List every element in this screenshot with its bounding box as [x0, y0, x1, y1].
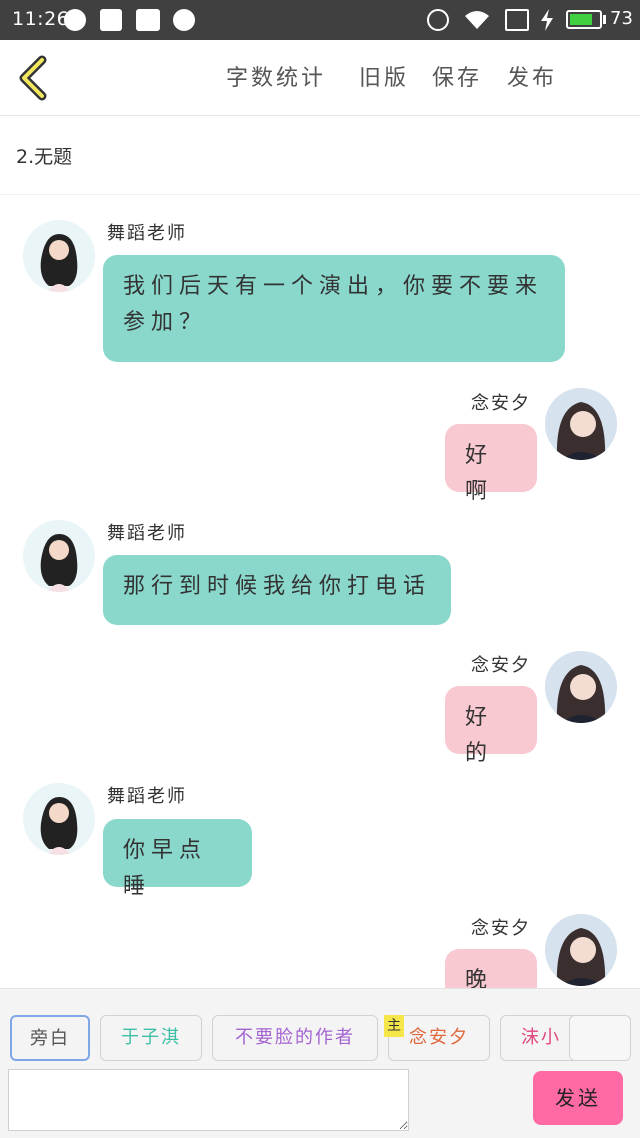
avatar[interactable]: [545, 651, 617, 723]
avatar[interactable]: [545, 388, 617, 460]
message-bubble[interactable]: 好啊: [445, 424, 537, 504]
send-button[interactable]: 发送: [533, 1071, 623, 1125]
message-bubble[interactable]: 好的: [445, 686, 537, 766]
sender-name: 舞蹈老师: [107, 523, 187, 544]
message-text-line: 你早点睡: [123, 838, 208, 899]
battery-icon: [566, 10, 602, 29]
role-chip-label: 念安夕: [409, 1027, 469, 1048]
role-chip-label: 旁白: [30, 1028, 70, 1049]
back-arrow-icon[interactable]: [14, 54, 54, 102]
sender-name: 舞蹈老师: [107, 786, 187, 807]
charging-icon: [541, 9, 553, 31]
message-text-line: 我们后天有一个演出，你要不要来: [123, 274, 544, 299]
role-chip-label: 于子淇: [121, 1027, 181, 1048]
top-toolbar: 字数统计 旧版 保存 发布: [0, 40, 640, 116]
wifi-icon: [465, 11, 489, 29]
message-text-line: 好啊: [465, 443, 494, 504]
sender-name: 念安夕: [471, 918, 531, 939]
composer-panel: 旁白 于子淇 不要脸的作者 念安夕 主 沫小 发送: [0, 988, 640, 1138]
sender-name: 舞蹈老师: [107, 223, 187, 244]
battery-fill: [570, 14, 593, 25]
role-chip-narration[interactable]: 旁白: [10, 1015, 90, 1061]
message-text-line: 参加？: [123, 310, 208, 335]
status-time: 11:26: [12, 8, 70, 30]
chapter-title-row[interactable]: 2.无题: [0, 117, 640, 195]
dancer-avatar-image: [40, 234, 78, 292]
save-button[interactable]: 保存: [432, 60, 482, 92]
avatar[interactable]: [23, 520, 95, 592]
word-count-button[interactable]: 字数统计: [226, 60, 326, 92]
sender-name: 念安夕: [471, 655, 531, 676]
chat-area[interactable]: 舞蹈老师 我们后天有一个演出，你要不要来 参加？ 念安夕 好啊 舞蹈老师 那行到…: [0, 196, 640, 988]
message-bubble[interactable]: 你早点睡: [103, 819, 252, 899]
girl-avatar-image: [545, 914, 617, 986]
message-bubble[interactable]: 我们后天有一个演出，你要不要来 参加？: [103, 255, 565, 362]
add-role-button[interactable]: [569, 1015, 631, 1061]
role-chip-label: 不要脸的作者: [235, 1027, 355, 1048]
message-text-line: 那行到时候我给你打电话: [123, 574, 432, 599]
message-text-line: 晚安: [465, 968, 494, 988]
host-badge: 主: [384, 1015, 404, 1037]
girl-avatar-image: [545, 388, 617, 460]
message-text-line: 好的: [465, 705, 494, 766]
dancer-avatar-image: [40, 534, 78, 592]
message-bubble[interactable]: 晚安: [445, 949, 537, 988]
battery-percent: 73: [610, 8, 633, 29]
avatar[interactable]: [23, 220, 95, 292]
message-bubble[interactable]: 那行到时候我给你打电话: [103, 555, 451, 625]
role-chip[interactable]: 沫小: [500, 1015, 580, 1061]
alarm-icon: [427, 9, 449, 31]
image-icon: [136, 9, 160, 31]
dancer-avatar-image: [40, 797, 78, 855]
girl-avatar-image: [545, 651, 617, 723]
upload-icon: [100, 9, 122, 31]
message-input[interactable]: [8, 1069, 409, 1131]
old-version-button[interactable]: 旧版: [359, 60, 409, 92]
publish-button[interactable]: 发布: [507, 60, 557, 92]
role-chip[interactable]: 于子淇: [100, 1015, 202, 1061]
pause-icon: [173, 9, 195, 31]
battery-tip: [603, 15, 606, 24]
status-bar: 11:26 73: [0, 0, 640, 40]
chapter-title: 2.无题: [16, 146, 73, 168]
role-chip[interactable]: 不要脸的作者: [212, 1015, 378, 1061]
role-chip-label: 沫小: [521, 1027, 561, 1048]
navigation-icon: [64, 9, 86, 31]
avatar[interactable]: [545, 914, 617, 986]
screen-icon: [505, 9, 529, 31]
avatar[interactable]: [23, 783, 95, 855]
sender-name: 念安夕: [471, 393, 531, 414]
